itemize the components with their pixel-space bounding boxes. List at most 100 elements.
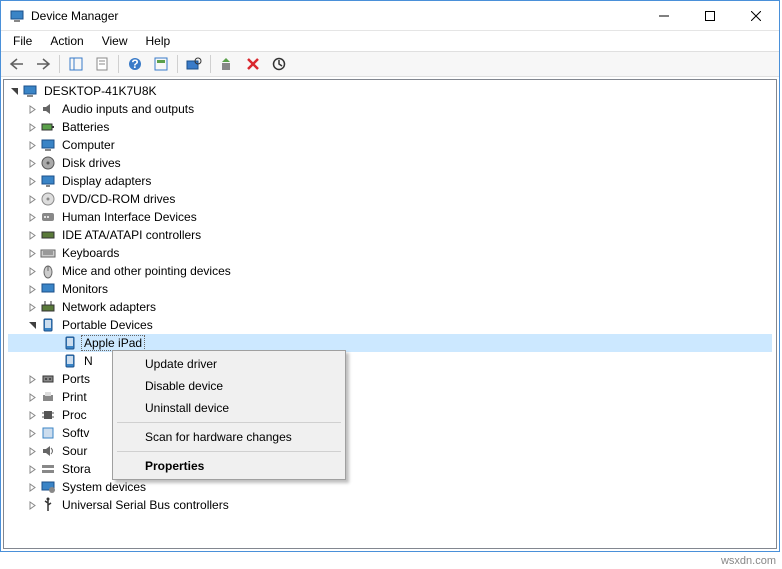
action-button[interactable] bbox=[149, 53, 173, 75]
tree-category[interactable]: Display adapters bbox=[8, 172, 772, 190]
tree-category[interactable]: Keyboards bbox=[8, 244, 772, 262]
context-disable-device[interactable]: Disable device bbox=[115, 375, 343, 397]
chevron-down-icon[interactable] bbox=[26, 319, 38, 331]
watermark: wsxdn.com bbox=[721, 555, 776, 567]
update-driver-button[interactable] bbox=[215, 53, 239, 75]
toolbar: ? bbox=[1, 51, 779, 77]
tree-category-label: Computer bbox=[60, 138, 117, 152]
tree-category[interactable]: Disk drives bbox=[8, 154, 772, 172]
context-scan-hardware[interactable]: Scan for hardware changes bbox=[115, 426, 343, 448]
tree-category[interactable]: Universal Serial Bus controllers bbox=[8, 496, 772, 514]
sound-icon bbox=[40, 443, 56, 459]
disable-button[interactable] bbox=[267, 53, 291, 75]
toolbar-separator bbox=[210, 55, 211, 73]
context-uninstall-device[interactable]: Uninstall device bbox=[115, 397, 343, 419]
chevron-right-icon[interactable] bbox=[26, 211, 38, 223]
tree-category[interactable]: DVD/CD-ROM drives bbox=[8, 190, 772, 208]
port-icon bbox=[40, 371, 56, 387]
tree-category[interactable]: Batteries bbox=[8, 118, 772, 136]
back-button[interactable] bbox=[5, 53, 29, 75]
chevron-right-icon[interactable] bbox=[26, 373, 38, 385]
tree-category-label: Portable Devices bbox=[60, 318, 155, 332]
context-update-driver[interactable]: Update driver bbox=[115, 353, 343, 375]
tree-category[interactable]: Mice and other pointing devices bbox=[8, 262, 772, 280]
chevron-right-icon[interactable] bbox=[26, 247, 38, 259]
chevron-right-icon[interactable] bbox=[26, 499, 38, 511]
uninstall-button[interactable] bbox=[241, 53, 265, 75]
chevron-right-icon[interactable] bbox=[26, 445, 38, 457]
window-title: Device Manager bbox=[31, 9, 641, 23]
computer-icon bbox=[22, 83, 38, 99]
properties-button[interactable] bbox=[90, 53, 114, 75]
tree-category[interactable]: Monitors bbox=[8, 280, 772, 298]
portable-icon bbox=[62, 353, 78, 369]
storage-icon bbox=[40, 461, 56, 477]
tree-device-label: Apple iPad bbox=[82, 336, 144, 350]
chevron-right-icon[interactable] bbox=[26, 463, 38, 475]
context-properties[interactable]: Properties bbox=[115, 455, 343, 477]
mouse-icon bbox=[40, 263, 56, 279]
cd-icon bbox=[40, 191, 56, 207]
toolbar-separator bbox=[177, 55, 178, 73]
tree-root[interactable]: DESKTOP-41K7U8K bbox=[8, 82, 772, 100]
forward-button[interactable] bbox=[31, 53, 55, 75]
show-hide-tree-button[interactable] bbox=[64, 53, 88, 75]
chevron-right-icon[interactable] bbox=[26, 283, 38, 295]
chevron-right-icon[interactable] bbox=[26, 175, 38, 187]
chevron-right-icon[interactable] bbox=[26, 391, 38, 403]
tree-category-label: Human Interface Devices bbox=[60, 210, 199, 224]
cpu-icon bbox=[40, 407, 56, 423]
chevron-right-icon[interactable] bbox=[26, 409, 38, 421]
menubar: File Action View Help bbox=[1, 31, 779, 51]
chevron-right-icon[interactable] bbox=[26, 265, 38, 277]
tree-category-label: Keyboards bbox=[60, 246, 121, 260]
chevron-right-icon[interactable] bbox=[26, 193, 38, 205]
help-button[interactable]: ? bbox=[123, 53, 147, 75]
tree-category[interactable]: Audio inputs and outputs bbox=[8, 100, 772, 118]
tree-category-label: Print bbox=[60, 390, 89, 404]
chevron-right-icon[interactable] bbox=[26, 301, 38, 313]
toolbar-separator bbox=[118, 55, 119, 73]
chevron-right-icon[interactable] bbox=[26, 139, 38, 151]
context-separator bbox=[117, 451, 341, 452]
menu-action[interactable]: Action bbox=[42, 32, 91, 50]
context-separator bbox=[117, 422, 341, 423]
chevron-right-icon[interactable] bbox=[26, 481, 38, 493]
tree-category-label: Universal Serial Bus controllers bbox=[60, 498, 231, 512]
close-button[interactable] bbox=[733, 1, 779, 30]
speaker-icon bbox=[40, 101, 56, 117]
tree-category[interactable]: Computer bbox=[8, 136, 772, 154]
menu-help[interactable]: Help bbox=[138, 32, 179, 50]
chevron-right-icon[interactable] bbox=[26, 157, 38, 169]
maximize-button[interactable] bbox=[687, 1, 733, 30]
toolbar-separator bbox=[59, 55, 60, 73]
tree-category-label: Proc bbox=[60, 408, 89, 422]
window-buttons bbox=[641, 1, 779, 30]
system-icon bbox=[40, 479, 56, 495]
tree-root-label: DESKTOP-41K7U8K bbox=[42, 84, 159, 98]
minimize-button[interactable] bbox=[641, 1, 687, 30]
chevron-right-icon[interactable] bbox=[26, 229, 38, 241]
scan-hardware-button[interactable] bbox=[182, 53, 206, 75]
tree-category-label: Monitors bbox=[60, 282, 110, 296]
tree-category[interactable]: Network adapters bbox=[8, 298, 772, 316]
menu-view[interactable]: View bbox=[94, 32, 136, 50]
chevron-right-icon[interactable] bbox=[26, 103, 38, 115]
disk-icon bbox=[40, 155, 56, 171]
menu-file[interactable]: File bbox=[5, 32, 40, 50]
chevron-right-icon[interactable] bbox=[26, 121, 38, 133]
tree-category-label: Audio inputs and outputs bbox=[60, 102, 196, 116]
network-icon bbox=[40, 299, 56, 315]
keyboard-icon bbox=[40, 245, 56, 261]
monitor-icon bbox=[40, 281, 56, 297]
chevron-down-icon[interactable] bbox=[8, 85, 20, 97]
computer-icon bbox=[40, 137, 56, 153]
tree-category[interactable]: Human Interface Devices bbox=[8, 208, 772, 226]
tree-category-label: DVD/CD-ROM drives bbox=[60, 192, 177, 206]
tree-category[interactable]: System devices bbox=[8, 478, 772, 496]
tree-category[interactable]: IDE ATA/ATAPI controllers bbox=[8, 226, 772, 244]
display-icon bbox=[40, 173, 56, 189]
tree-category[interactable]: Portable Devices bbox=[8, 316, 772, 334]
chevron-right-icon[interactable] bbox=[26, 427, 38, 439]
tree-device-label: N bbox=[82, 354, 95, 368]
